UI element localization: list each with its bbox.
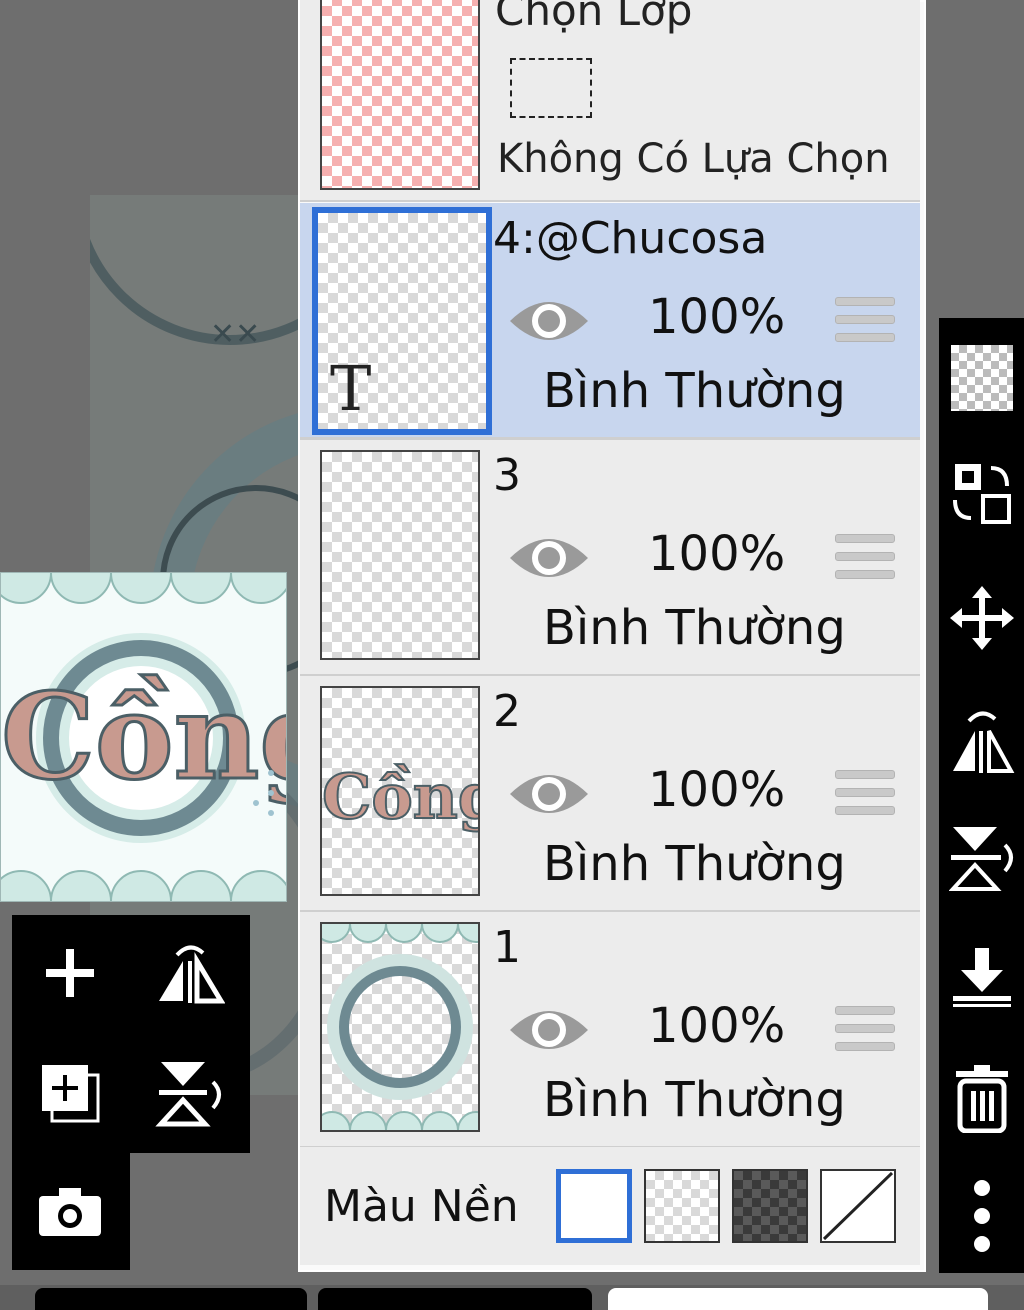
layer-name: 4:@Chucosa [493, 213, 768, 264]
background-color-row: Màu Nền [300, 1147, 920, 1265]
background-color-label: Màu Nền [324, 1181, 519, 1232]
layer-tools-palette [12, 915, 250, 1153]
drag-handle-icon[interactable] [835, 1006, 895, 1054]
selection-layer-row[interactable]: Chọn Lớp Không Có Lựa Chọn [300, 0, 920, 202]
drag-handle-icon[interactable] [835, 297, 895, 345]
bottom-tool-button[interactable] [35, 1288, 307, 1310]
layer-2-artwork: Cồng [321, 759, 502, 834]
camera-icon [39, 1188, 101, 1236]
right-toolbar [939, 318, 1024, 1273]
layer-tools-palette-lower [12, 1150, 130, 1270]
flip-vertical-button[interactable] [939, 808, 1024, 908]
layer-opacity[interactable]: 100% [648, 289, 785, 345]
flip-layer-vertical-button[interactable] [150, 1053, 230, 1133]
layer-opacity[interactable]: 100% [648, 762, 785, 818]
bg-swatch-transparent[interactable] [644, 1169, 720, 1243]
selection-layer-title: Chọn Lớp [495, 0, 693, 35]
drag-handle-icon[interactable] [835, 534, 895, 582]
blend-mode[interactable]: Bình Thường [543, 363, 846, 419]
selection-thumbnail [320, 0, 480, 190]
bg-swatch-dark[interactable] [732, 1169, 808, 1243]
visibility-eye-icon[interactable] [508, 1002, 590, 1058]
move-button[interactable] [939, 568, 1024, 668]
blend-mode[interactable]: Bình Thường [543, 836, 846, 892]
svg-text:Cồng: Cồng [1, 667, 286, 806]
flip-horizontal-icon [952, 711, 1014, 773]
selection-status: Không Có Lựa Chọn [497, 136, 890, 182]
no-color-icon [822, 1171, 894, 1241]
flip-horizontal-icon [159, 945, 225, 1004]
layer-name: 2 [493, 686, 521, 737]
layer-name: 1 [493, 922, 521, 973]
add-layer-button[interactable] [30, 933, 110, 1013]
blend-mode[interactable]: Bình Thường [543, 1072, 846, 1128]
drag-handle-icon[interactable] [835, 770, 895, 818]
layer-row-1[interactable]: 1 100% Bình Thường [300, 905, 920, 1149]
duplicate-layer-button[interactable] [30, 1053, 110, 1133]
bottom-tool-button[interactable] [318, 1288, 592, 1310]
text-layer-glyph: T [330, 352, 372, 425]
visibility-eye-icon[interactable] [508, 530, 590, 586]
layer-thumbnail: T [312, 207, 492, 435]
visibility-eye-icon[interactable] [508, 766, 590, 822]
canvas-shape [90, 195, 300, 345]
layer-thumbnail: Cồng [320, 686, 502, 896]
more-icon [973, 1180, 990, 1252]
layer-thumbnail [320, 450, 480, 660]
visibility-eye-icon[interactable] [508, 293, 590, 349]
layer-opacity[interactable]: 100% [648, 998, 785, 1054]
move-icon [949, 586, 1014, 650]
flip-vertical-icon [155, 1062, 221, 1127]
flip-vertical-icon [948, 827, 1013, 891]
layer-1-artwork [313, 905, 495, 1149]
camera-button[interactable] [30, 1172, 110, 1252]
swap-icon [952, 464, 1011, 524]
layer-row-4[interactable]: T 4:@Chucosa 100% Bình Thường [300, 203, 920, 440]
merge-down-button[interactable] [939, 928, 1024, 1028]
layer-name: 3 [493, 450, 521, 501]
delete-layer-button[interactable] [939, 1048, 1024, 1148]
layer-thumbnail [313, 905, 495, 1149]
canvas-decoration: ✕✕ [210, 317, 261, 352]
artwork-preview[interactable]: Cồng [0, 572, 287, 902]
blend-mode[interactable]: Bình Thường [543, 600, 846, 656]
bottom-tool-button[interactable] [608, 1288, 988, 1310]
layer-row-3[interactable]: 3 100% Bình Thường [300, 440, 920, 677]
flip-layer-horizontal-button[interactable] [150, 933, 230, 1013]
add-layer-icon [46, 949, 94, 997]
swap-button[interactable] [939, 443, 1024, 543]
flip-horizontal-button[interactable] [939, 690, 1024, 790]
bg-swatch-none[interactable] [820, 1169, 896, 1243]
merge-down-icon [952, 948, 1011, 1007]
more-options-button[interactable] [939, 1166, 1024, 1266]
svg-text:Cồng: Cồng [322, 760, 478, 833]
artwork-image: Cồng [1, 573, 286, 901]
trash-icon [955, 1065, 1008, 1133]
bottom-bar [0, 1285, 1024, 1310]
layer-opacity[interactable]: 100% [648, 526, 785, 582]
duplicate-layer-icon [42, 1065, 100, 1123]
layer-row-2[interactable]: Cồng 2 100% Bình Thường [300, 676, 920, 913]
selection-marquee-icon [510, 58, 592, 118]
checker-fill-button[interactable] [939, 328, 1024, 428]
checker-icon [950, 345, 1013, 411]
bg-swatch-white[interactable] [556, 1169, 632, 1243]
